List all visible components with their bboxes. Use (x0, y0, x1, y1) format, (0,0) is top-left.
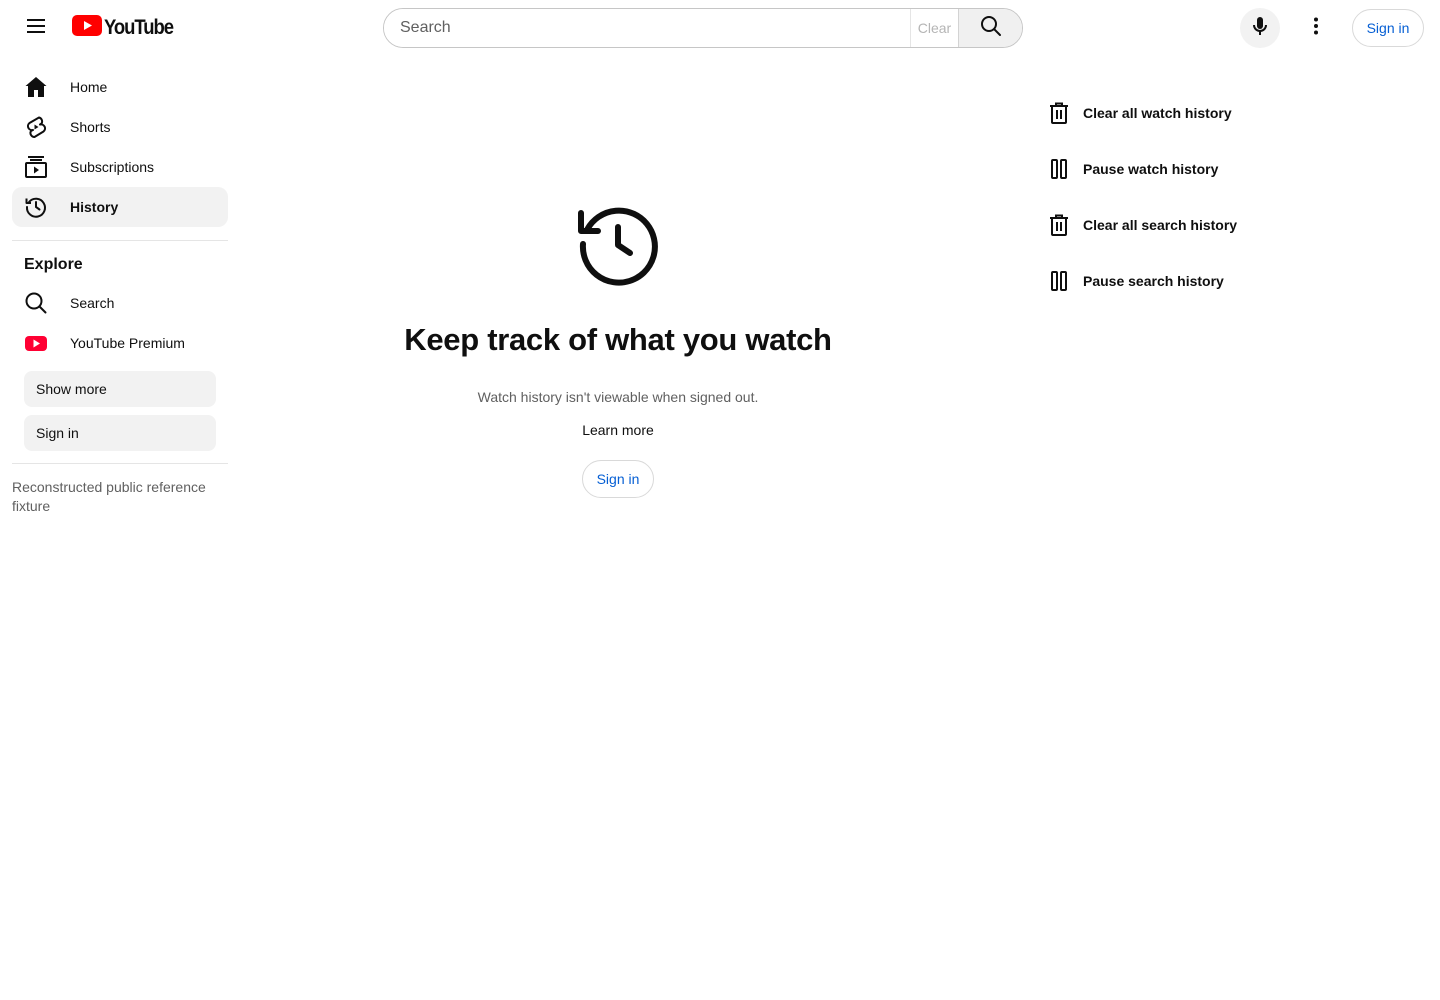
masthead: YouTube Clear Sign in (0, 0, 1440, 56)
header-sign-in-button[interactable]: Sign in (1352, 9, 1424, 47)
hamburger-menu-icon (24, 14, 48, 43)
menu-button[interactable] (16, 8, 56, 48)
voice-search-button[interactable] (1240, 8, 1280, 48)
youtube-logo-icon (72, 15, 102, 41)
action-label: Clear all watch history (1083, 105, 1232, 121)
sidebar-item-search[interactable]: Search (12, 283, 228, 323)
footer-note: Reconstructed public reference fixture (12, 479, 206, 514)
sidebar-item-label: Search (70, 295, 115, 311)
sidebar-item-label: Shorts (70, 119, 111, 135)
pause-icon (1046, 156, 1072, 182)
search-button[interactable] (958, 9, 1022, 47)
settings-more-button[interactable] (1296, 8, 1336, 48)
shorts-icon (24, 115, 48, 139)
learn-more-link[interactable]: Learn more (558, 422, 678, 438)
logo-text: YouTube (104, 16, 174, 39)
signed-out-message: Watch history isn't viewable when signed… (477, 389, 759, 405)
pause-watch-history-button[interactable]: Pause watch history (1046, 151, 1266, 187)
sidebar-item-home[interactable]: Home (12, 67, 228, 107)
microphone-icon (1248, 14, 1272, 43)
clear-search-history-button[interactable]: Clear all search history (1046, 207, 1266, 243)
clear-search-button[interactable]: Clear (910, 9, 958, 47)
search-bar: Clear (383, 8, 1023, 48)
sidebar-sign-in-button[interactable]: Sign in (24, 415, 216, 451)
search-icon (24, 291, 48, 315)
sidebar-item-youtube-premium[interactable]: YouTube Premium (12, 323, 228, 363)
explore-title: Explore (24, 256, 83, 273)
clear-watch-history-button[interactable]: Clear all watch history (1046, 95, 1266, 131)
sidebar-item-shorts[interactable]: Shorts (12, 107, 228, 147)
pause-search-history-button[interactable]: Pause search history (1046, 263, 1266, 299)
sidebar-item-label: YouTube Premium (70, 335, 185, 351)
youtube-logo[interactable]: YouTube (72, 15, 182, 41)
action-label: Pause watch history (1083, 161, 1219, 177)
history-icon (24, 195, 48, 219)
action-label: Pause search history (1083, 273, 1224, 289)
pause-icon (1046, 268, 1072, 294)
sidebar-item-label: Home (70, 79, 108, 95)
trash-icon (1046, 212, 1072, 238)
subscriptions-icon (24, 155, 48, 179)
action-label: Clear all search history (1083, 217, 1238, 233)
main-sign-in-button[interactable]: Sign in (582, 460, 654, 498)
vertical-dots-icon (1304, 14, 1328, 43)
trash-icon (1046, 100, 1072, 126)
sidebar-divider (12, 240, 228, 241)
search-icon (979, 14, 1003, 43)
home-icon (24, 75, 48, 99)
show-more-button[interactable]: Show more (24, 371, 216, 407)
sidebar-item-history[interactable]: History (12, 187, 228, 227)
sidebar-item-subscriptions[interactable]: Subscriptions (12, 147, 228, 187)
sidebar-item-label: History (70, 199, 119, 215)
youtube-premium-icon (24, 331, 48, 355)
sidebar-item-label: Subscriptions (70, 159, 155, 175)
sidebar-divider (12, 463, 228, 464)
history-icon (574, 199, 664, 289)
search-input[interactable] (384, 9, 910, 47)
page-title: Keep track of what you watch (404, 322, 832, 357)
